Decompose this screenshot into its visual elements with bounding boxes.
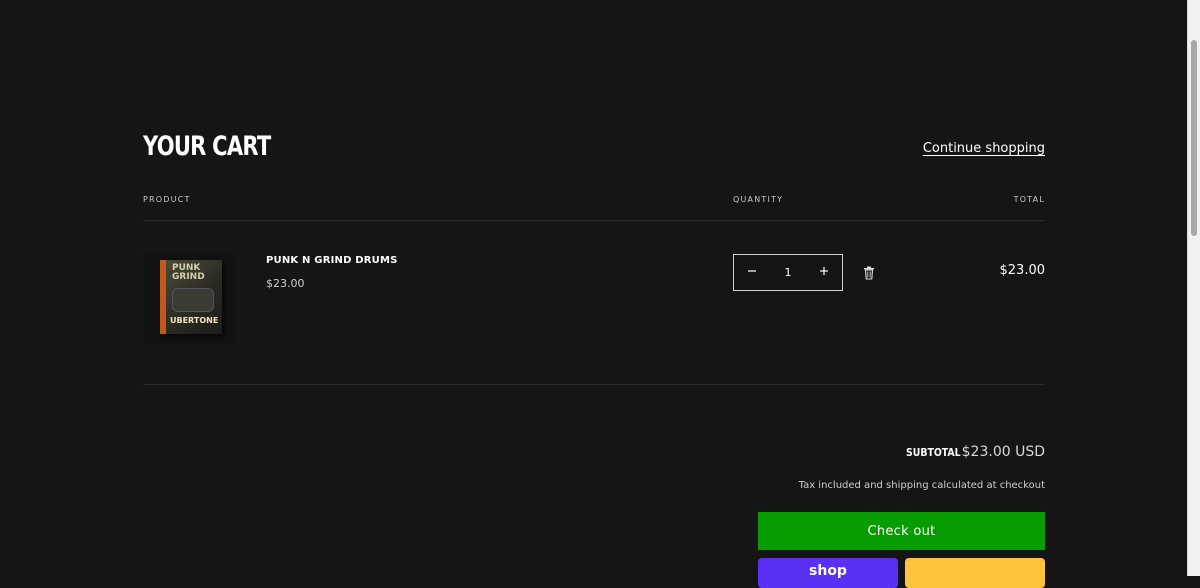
shop-pay-button[interactable]: shop xyxy=(758,558,898,588)
paypal-button[interactable] xyxy=(905,558,1045,588)
increase-quantity-button[interactable] xyxy=(806,265,842,280)
subtotal-value: $23.00 USD xyxy=(961,444,1045,460)
remove-item-button[interactable] xyxy=(863,265,877,281)
divider xyxy=(143,220,1045,221)
product-box-art: PUNK GRIND UBERTONE xyxy=(160,260,222,334)
checkout-button[interactable]: Check out xyxy=(758,512,1045,550)
product-image[interactable]: PUNK GRIND UBERTONE xyxy=(143,252,235,344)
column-header-total: TOTAL xyxy=(1013,195,1045,204)
column-header-quantity: QUANTITY xyxy=(733,195,784,204)
line-item-total: $23.00 xyxy=(999,263,1046,278)
quantity-stepper: 1 xyxy=(733,254,843,291)
drum-kit-graphic xyxy=(172,288,214,312)
continue-shopping-link[interactable]: Continue shopping xyxy=(923,141,1045,156)
quantity-input[interactable]: 1 xyxy=(770,266,806,279)
column-header-product: PRODUCT xyxy=(143,195,191,204)
minus-icon xyxy=(748,270,756,272)
page-title: YOUR CART xyxy=(143,131,271,162)
tax-note: Tax included and shipping calculated at … xyxy=(798,480,1045,491)
page-scrollbar[interactable] xyxy=(1187,0,1200,576)
scrollbar-thumb[interactable] xyxy=(1191,40,1197,236)
decrease-quantity-button[interactable] xyxy=(734,265,770,280)
product-image-title: PUNK GRIND xyxy=(172,263,205,282)
trash-icon xyxy=(864,266,874,280)
product-unit-price: $23.00 xyxy=(266,277,305,290)
plus-icon xyxy=(820,267,828,275)
divider xyxy=(143,384,1045,385)
subtotal-label: SUBTOTAL xyxy=(906,446,961,459)
product-image-brand: UBERTONE xyxy=(170,316,219,325)
product-name[interactable]: PUNK N GRIND DRUMS xyxy=(266,255,398,266)
